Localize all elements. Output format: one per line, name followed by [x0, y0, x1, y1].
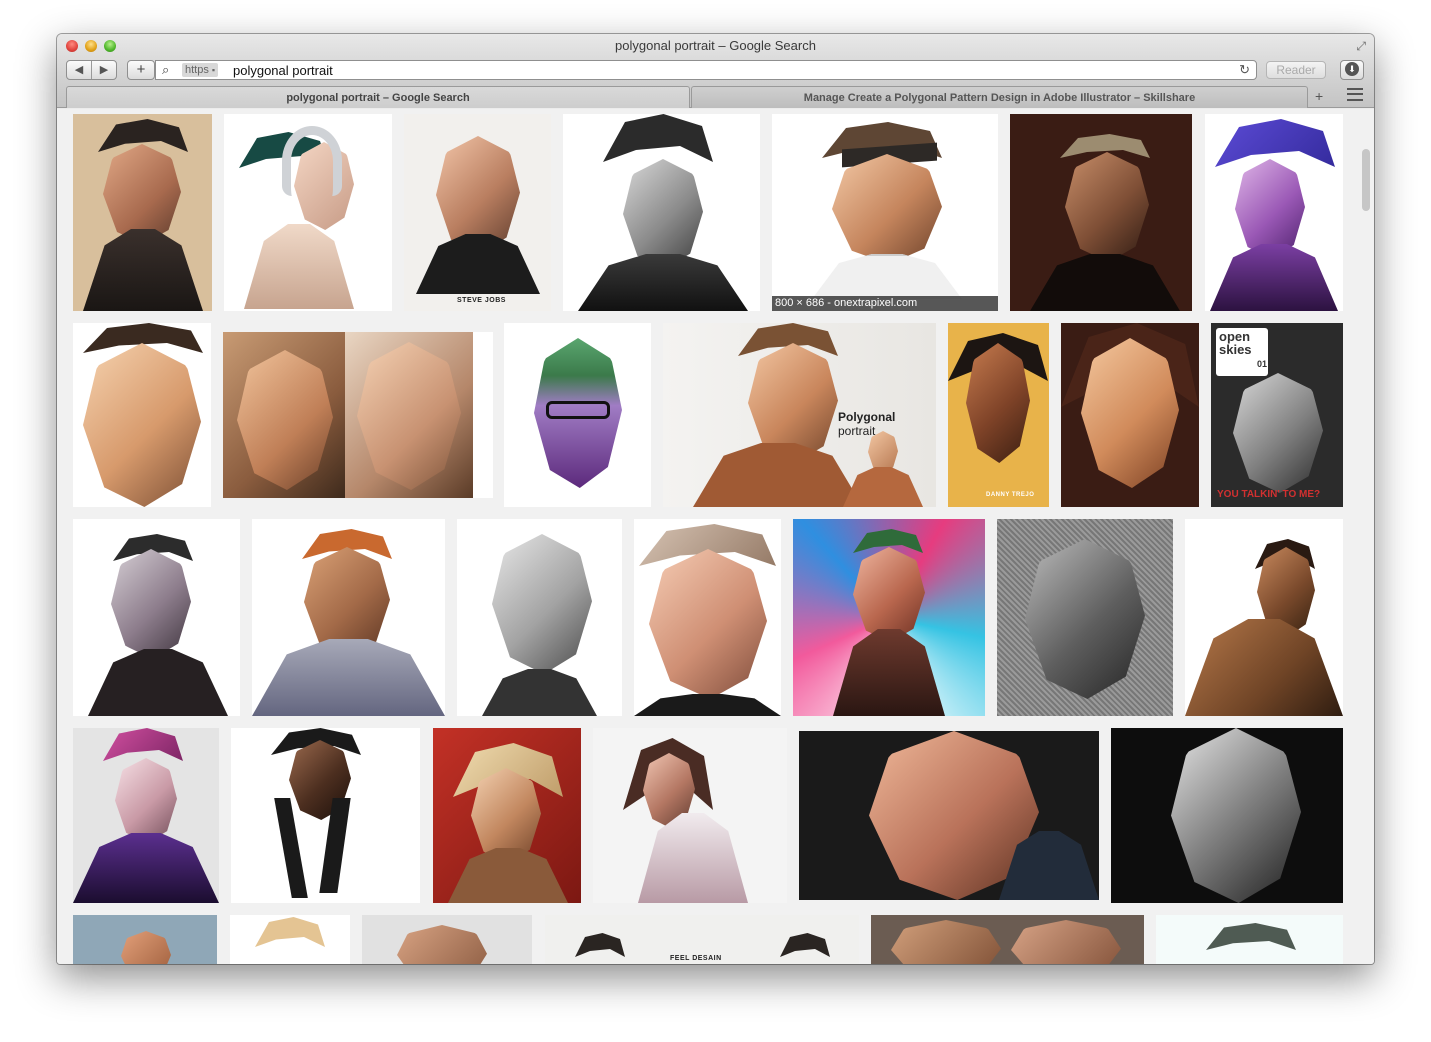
- result-image[interactable]: [231, 728, 420, 903]
- result-image[interactable]: [593, 728, 787, 903]
- image-overlay-number: 01: [1257, 359, 1268, 369]
- forward-icon[interactable]: ▶: [91, 61, 116, 79]
- search-icon: ⌕: [162, 62, 170, 77]
- image-overlay-title: open skies: [1219, 329, 1252, 357]
- title-bar: polygonal portrait – Google Search ⤢ ◀ ▶…: [57, 34, 1374, 108]
- https-badge: https ▪: [182, 63, 219, 77]
- result-image[interactable]: [73, 728, 219, 903]
- result-image[interactable]: STEVE JOBS: [404, 114, 551, 311]
- result-image[interactable]: [433, 728, 581, 903]
- image-caption: YOU TALKIN' TO ME?: [1217, 489, 1321, 500]
- result-image[interactable]: [1111, 728, 1343, 903]
- result-image[interactable]: [73, 323, 211, 507]
- result-image[interactable]: [252, 519, 445, 716]
- result-image[interactable]: [1010, 114, 1192, 311]
- result-image[interactable]: [224, 114, 392, 311]
- result-image[interactable]: [73, 114, 212, 311]
- result-image[interactable]: [73, 915, 217, 964]
- new-tab-button[interactable]: +: [1315, 88, 1323, 104]
- lock-icon: ▪: [211, 65, 216, 75]
- reload-icon[interactable]: ↻: [1239, 62, 1250, 78]
- image-results-grid: STEVE JOBS 800 × 686 - onextrapixel.com: [57, 109, 1374, 964]
- window-title: polygonal portrait – Google Search: [615, 38, 816, 53]
- back-forward-buttons: ◀ ▶: [66, 60, 117, 80]
- result-image[interactable]: Polygonal portrait: [663, 323, 936, 507]
- result-image[interactable]: [504, 323, 651, 507]
- back-icon[interactable]: ◀: [67, 61, 91, 79]
- fullscreen-icon[interactable]: ⤢: [1356, 39, 1366, 54]
- result-image[interactable]: [1205, 114, 1343, 311]
- browser-window: polygonal portrait – Google Search ⤢ ◀ ▶…: [57, 34, 1374, 964]
- result-image[interactable]: [793, 519, 985, 716]
- image-caption: 800 × 686 - onextrapixel.com: [772, 296, 998, 311]
- result-image[interactable]: [457, 519, 622, 716]
- vertical-scrollbar[interactable]: [1362, 149, 1370, 211]
- result-image[interactable]: [563, 114, 760, 311]
- result-image[interactable]: [73, 519, 240, 716]
- address-bar[interactable]: ⌕ https ▪ polygonal portrait ↻: [155, 60, 1257, 80]
- add-bookmark-button[interactable]: +: [127, 60, 155, 80]
- result-image[interactable]: FEEL DESAIN: [545, 915, 859, 964]
- tab-skillshare[interactable]: Manage Create a Polygonal Pattern Design…: [691, 86, 1308, 108]
- downloads-button[interactable]: [1340, 60, 1364, 80]
- result-image[interactable]: [997, 519, 1173, 716]
- result-image-hovered[interactable]: 800 × 686 - onextrapixel.com: [772, 114, 998, 311]
- result-image[interactable]: [1185, 519, 1343, 716]
- reader-button[interactable]: Reader: [1266, 61, 1326, 79]
- toolbar: ◀ ▶ + ⌕ https ▪ polygonal portrait ↻ Rea…: [57, 58, 1374, 82]
- result-image[interactable]: [230, 915, 350, 964]
- tab-google-search[interactable]: polygonal portrait – Google Search: [66, 86, 690, 108]
- result-image[interactable]: [799, 731, 1099, 900]
- result-image[interactable]: [634, 519, 781, 716]
- url-input[interactable]: polygonal portrait: [233, 63, 333, 78]
- result-image[interactable]: [871, 915, 1144, 964]
- result-image[interactable]: [223, 332, 493, 498]
- tab-bar: polygonal portrait – Google Search Manag…: [57, 86, 1374, 108]
- image-caption: STEVE JOBS: [457, 297, 506, 304]
- tab-overview-icon[interactable]: [1347, 88, 1363, 101]
- result-image[interactable]: open skies 01 YOU TALKIN' TO ME?: [1211, 323, 1343, 507]
- image-caption: DANNY TREJO: [986, 492, 1035, 498]
- result-image[interactable]: [362, 915, 532, 964]
- image-caption: FEEL DESAIN: [670, 955, 722, 962]
- result-image[interactable]: DANNY TREJO: [948, 323, 1049, 507]
- result-image[interactable]: [1156, 915, 1343, 964]
- result-image[interactable]: [1061, 323, 1199, 507]
